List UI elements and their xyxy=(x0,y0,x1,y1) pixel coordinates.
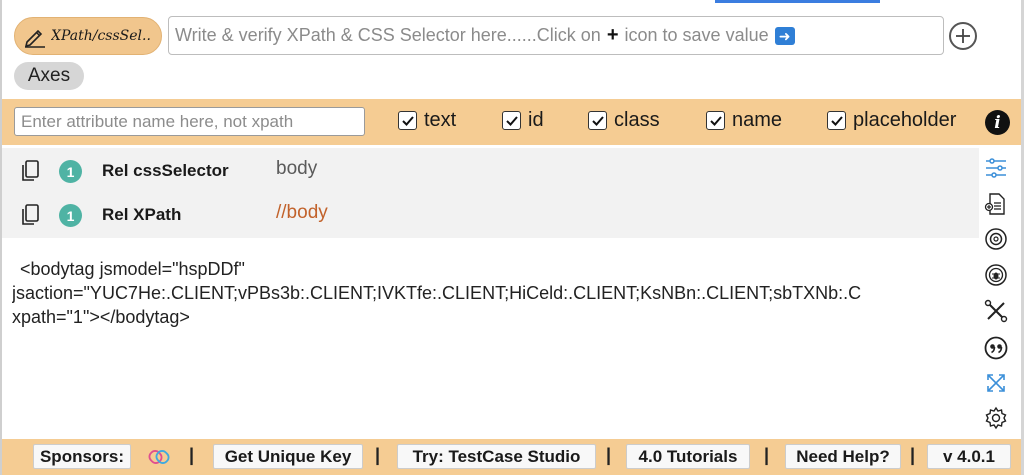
xpath-selector-input[interactable]: Write & verify XPath & CSS Selector here… xyxy=(168,16,944,55)
tools-icon[interactable] xyxy=(983,298,1009,324)
plus-icon xyxy=(956,29,970,43)
result-value[interactable]: body xyxy=(276,158,317,180)
camera-shutter-icon[interactable] xyxy=(983,226,1009,252)
top-accent-bar xyxy=(715,0,880,3)
copy-icon[interactable] xyxy=(19,203,41,227)
result-row: 1 Rel XPath //body xyxy=(2,192,979,236)
footer-separator: | xyxy=(189,445,195,465)
input-placeholder-part2: icon to save value xyxy=(624,25,769,45)
selector-mode-button[interactable]: XPath/cssSel.. xyxy=(14,17,162,55)
axes-label: Axes xyxy=(27,65,71,86)
match-count-badge: 1 xyxy=(59,204,82,227)
pencil-icon xyxy=(24,29,45,48)
axes-button[interactable]: Axes xyxy=(14,62,84,90)
add-save-icon[interactable] xyxy=(949,22,977,50)
checkbox-class[interactable]: class xyxy=(588,109,660,132)
version-label: v 4.0.1 xyxy=(943,446,995,466)
output-line: xpath="1"></bodytag> xyxy=(12,307,190,327)
checkbox-checked-icon[interactable] xyxy=(502,111,521,130)
sponsor-logo-icon[interactable] xyxy=(146,444,172,470)
settings-icon[interactable] xyxy=(983,405,1009,431)
result-type-label: Rel XPath xyxy=(102,205,182,224)
quote-icon[interactable] xyxy=(983,335,1009,361)
result-value[interactable]: //body xyxy=(276,202,328,224)
sponsors-text: Sponsors: xyxy=(39,446,125,466)
version-badge: v 4.0.1 xyxy=(927,444,1011,469)
footer-separator: | xyxy=(910,445,916,465)
footer-separator: | xyxy=(764,445,770,465)
copy-icon[interactable] xyxy=(19,159,41,183)
checkbox-label: id xyxy=(528,109,544,131)
attribute-input-placeholder: Enter attribute name here, not xpath xyxy=(21,111,294,131)
checkbox-checked-icon[interactable] xyxy=(706,111,725,130)
checkbox-label: class xyxy=(614,109,660,131)
info-icon[interactable]: i xyxy=(985,110,1010,135)
expand-icon[interactable] xyxy=(983,370,1009,396)
match-count-badge: 1 xyxy=(59,160,82,183)
checkbox-label: name xyxy=(732,109,783,131)
try-testcase-studio-button[interactable]: Try: TestCase Studio xyxy=(397,444,596,469)
attribute-name-input[interactable]: Enter attribute name here, not xpath xyxy=(14,107,365,136)
sliders-icon[interactable] xyxy=(983,155,1009,181)
output-line: jsaction="YUC7He:.CLIENT;vPBs3b:.CLIENT;… xyxy=(12,283,862,303)
get-unique-key-label: Get Unique Key xyxy=(224,446,352,466)
checkbox-text[interactable]: text xyxy=(398,109,456,132)
document-add-icon[interactable] xyxy=(983,191,1009,217)
results-panel: 1 Rel cssSelector body 1 Rel XPath //bod… xyxy=(2,148,979,238)
footer-separator: | xyxy=(606,445,612,465)
plus-inline-icon: + xyxy=(606,24,619,46)
checkbox-name[interactable]: name xyxy=(706,109,782,132)
tutorials-button[interactable]: 4.0 Tutorials xyxy=(626,444,750,469)
input-placeholder-part1: Write & verify XPath & CSS Selector here… xyxy=(175,25,601,45)
checkbox-checked-icon[interactable] xyxy=(398,111,417,130)
tutorials-label: 4.0 Tutorials xyxy=(638,446,738,466)
try-testcase-studio-label: Try: TestCase Studio xyxy=(412,446,581,466)
output-line: <bodytag jsmodel="hspDDf" xyxy=(20,259,245,279)
footer-separator: | xyxy=(375,445,381,465)
info-glyph: i xyxy=(994,112,1001,133)
need-help-button[interactable]: Need Help? xyxy=(785,444,901,469)
selector-mode-label: XPath/cssSel.. xyxy=(51,28,151,44)
bug-target-icon[interactable] xyxy=(983,262,1009,288)
element-html-output: <bodytag jsmodel="hspDDf" jsaction="YUC7… xyxy=(12,257,962,329)
result-row: 1 Rel cssSelector body xyxy=(2,148,979,192)
checkbox-label: placeholder xyxy=(853,109,957,131)
checkbox-checked-icon[interactable] xyxy=(827,111,846,130)
checkbox-label: text xyxy=(424,109,457,131)
arrow-right-icon: ➜ xyxy=(774,26,795,45)
get-unique-key-button[interactable]: Get Unique Key xyxy=(213,444,363,469)
checkbox-id[interactable]: id xyxy=(502,109,544,132)
need-help-label: Need Help? xyxy=(796,446,890,466)
checkbox-placeholder[interactable]: placeholder xyxy=(827,109,956,132)
sponsors-label: Sponsors: xyxy=(33,444,131,469)
checkbox-checked-icon[interactable] xyxy=(588,111,607,130)
result-type-label: Rel cssSelector xyxy=(102,161,229,180)
